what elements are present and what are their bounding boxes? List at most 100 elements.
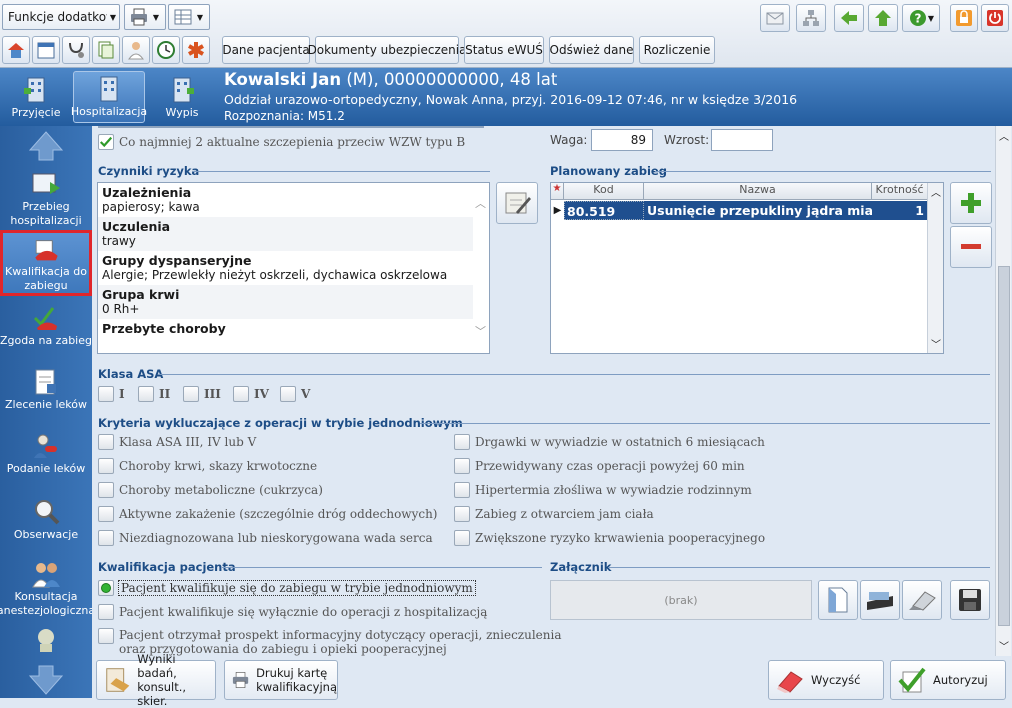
building-icon bbox=[100, 76, 118, 102]
wzrost-label: Wzrost: bbox=[664, 133, 710, 147]
authorize-check-icon bbox=[898, 667, 926, 693]
emergency-button[interactable] bbox=[182, 36, 210, 64]
column-header-kod[interactable]: Kod bbox=[564, 183, 644, 199]
chevron-down-icon: ﹀ bbox=[931, 340, 941, 351]
home-button[interactable] bbox=[2, 36, 30, 64]
risk-scrollbar[interactable]: ︿ ﹀ bbox=[473, 183, 489, 353]
power-button[interactable] bbox=[981, 4, 1009, 32]
criteria-label: Zabieg z otwarciem jam ciała bbox=[475, 507, 654, 521]
ewus-status-button[interactable]: Status eWUŚ bbox=[464, 36, 544, 64]
arrow-down-icon bbox=[28, 665, 64, 695]
arrow-up-icon bbox=[28, 131, 64, 161]
table-scrollbar[interactable]: ︿ ﹀ bbox=[927, 183, 943, 353]
up-button[interactable] bbox=[868, 4, 898, 32]
asa-checkbox-iii[interactable] bbox=[183, 386, 199, 402]
criteria-checkbox[interactable] bbox=[454, 482, 470, 498]
edit-risk-button[interactable] bbox=[496, 182, 538, 224]
calendar-button[interactable] bbox=[32, 36, 60, 64]
diagnosis-line: Rozpoznania: M51.2 bbox=[224, 109, 345, 123]
button-label: Autoryzuj bbox=[933, 673, 988, 687]
wzrost-input[interactable] bbox=[711, 129, 773, 151]
criteria-checkbox[interactable] bbox=[98, 434, 114, 450]
table-row[interactable]: ▶ 80.519 Usunięcie przepukliny jądra mia… bbox=[551, 201, 927, 220]
add-procedure-button[interactable] bbox=[950, 182, 992, 224]
print-combo[interactable]: ▼ bbox=[124, 4, 166, 30]
criteria-checkbox[interactable] bbox=[454, 434, 470, 450]
doctor-button[interactable] bbox=[122, 36, 150, 64]
refresh-data-button[interactable]: Odśwież dane bbox=[549, 36, 634, 64]
criteria-checkbox[interactable] bbox=[454, 506, 470, 522]
column-header-krotnosc[interactable]: Krotność bbox=[872, 183, 927, 199]
erase-attachment-button[interactable] bbox=[902, 580, 942, 620]
criteria-checkbox[interactable] bbox=[98, 458, 114, 474]
chevron-down-icon: ▼ bbox=[927, 13, 935, 23]
vaccine-checkbox[interactable] bbox=[98, 134, 114, 150]
sidebar-item-zgoda[interactable]: Zgoda na zabieg bbox=[0, 304, 92, 352]
criteria-checkbox[interactable] bbox=[98, 530, 114, 546]
qualification-radio-one-day[interactable] bbox=[98, 580, 114, 596]
asa-checkbox-v[interactable] bbox=[280, 386, 296, 402]
documents-button[interactable] bbox=[92, 36, 120, 64]
list-item: Uczulenia trawy bbox=[98, 217, 473, 251]
settlement-button[interactable]: Rozliczenie bbox=[639, 36, 715, 64]
asa-checkbox-iv[interactable] bbox=[233, 386, 249, 402]
remove-procedure-button[interactable] bbox=[950, 226, 992, 268]
save-attachment-button[interactable] bbox=[950, 580, 990, 620]
criteria-checkbox[interactable] bbox=[98, 506, 114, 522]
asa-label: I bbox=[119, 387, 125, 401]
bottom-bar: Wyniki badań, konsult., skier. Drukuj ka… bbox=[92, 652, 1012, 708]
authorize-button[interactable]: Autoryzuj bbox=[890, 660, 1006, 700]
criteria-checkbox[interactable] bbox=[98, 482, 114, 498]
network-button[interactable] bbox=[796, 4, 826, 32]
sidebar-item-kwalifikacja[interactable]: Kwalifikacja do zabiegu bbox=[0, 230, 92, 296]
help-button[interactable]: ? ▼ bbox=[902, 4, 940, 32]
column-header-nazwa[interactable]: Nazwa bbox=[644, 183, 872, 199]
form-scrollbar[interactable]: ︿ ﹀ bbox=[995, 126, 1011, 656]
planned-procedure-table[interactable]: ★ Kod Nazwa Krotność ▶ 80.519 Usunięcie … bbox=[550, 182, 944, 354]
sidebar-scroll-up[interactable] bbox=[28, 130, 64, 165]
prospekt-checkbox[interactable] bbox=[98, 628, 114, 644]
tab-wypis[interactable]: Wypis bbox=[146, 71, 218, 123]
attach-file-button[interactable] bbox=[818, 580, 858, 620]
divider bbox=[222, 567, 542, 568]
list-item: Grupa krwi 0 Rh+ bbox=[98, 285, 473, 319]
tab-hospitalizacja[interactable]: Hospitalizacja bbox=[71, 71, 147, 123]
test-results-button[interactable]: Wyniki badań, konsult., skier. bbox=[96, 652, 216, 708]
sidebar-item-label: Konsultacja anestezjologiczna bbox=[0, 590, 96, 617]
mail-button[interactable] bbox=[760, 4, 790, 32]
cell-krotnosc: 1 bbox=[872, 201, 927, 220]
sidebar-scroll-down[interactable] bbox=[28, 664, 64, 699]
sidebar-item-przebieg[interactable]: Przebieg hospitalizacji bbox=[0, 170, 92, 228]
asa-checkbox-ii[interactable] bbox=[138, 386, 154, 402]
surgery-cap-icon bbox=[35, 240, 58, 261]
waga-input[interactable]: 89 bbox=[591, 129, 653, 151]
sidebar-item-podanie[interactable]: Podanie leków bbox=[0, 432, 92, 480]
risk-factors-list[interactable]: Uzależnienia papierosy; kawa Uczulenia t… bbox=[97, 182, 490, 354]
criteria-checkbox[interactable] bbox=[454, 458, 470, 474]
qualification-radio-hospital[interactable] bbox=[98, 604, 114, 620]
functions-combo[interactable]: Funkcje dodatkowe ▼ bbox=[2, 4, 120, 30]
insurance-docs-button[interactable]: Dokumenty ubezpieczenia bbox=[308, 36, 466, 64]
criteria-checkbox[interactable] bbox=[454, 530, 470, 546]
print-card-button[interactable]: Drukuj kartę kwalifikacyjną bbox=[224, 660, 338, 700]
asa-checkbox-i[interactable] bbox=[98, 386, 114, 402]
sidebar-item-konsultacja[interactable]: Konsultacja anestezjologiczna bbox=[0, 560, 96, 620]
asa-label: III bbox=[204, 387, 221, 401]
attachment-box[interactable]: (brak) bbox=[550, 580, 812, 620]
lock-button[interactable] bbox=[950, 4, 978, 32]
view-combo[interactable]: ▼ bbox=[168, 4, 210, 30]
sidebar-item-obserwacje[interactable]: Obserwacje bbox=[0, 498, 92, 546]
tab-przyjecie[interactable]: Przyjęcie bbox=[0, 71, 72, 123]
criteria-label: Hipertermia złośliwa w wywiadzie rodzinn… bbox=[475, 483, 752, 497]
sidebar-item-zlecenie[interactable]: Zlecenie leków bbox=[0, 368, 92, 416]
clock-button[interactable] bbox=[152, 36, 180, 64]
clear-button[interactable]: Wyczyść bbox=[768, 660, 884, 700]
scrollbar-thumb[interactable] bbox=[998, 266, 1010, 626]
back-button[interactable] bbox=[834, 4, 864, 32]
scan-button[interactable] bbox=[860, 580, 900, 620]
sidebar-item-label: Podanie leków bbox=[6, 462, 86, 475]
anesthesia-icon bbox=[32, 626, 60, 657]
stethoscope-button[interactable] bbox=[62, 36, 90, 64]
patient-data-button[interactable]: Dane pacjenta bbox=[222, 36, 310, 64]
asa-label: V bbox=[301, 387, 311, 401]
